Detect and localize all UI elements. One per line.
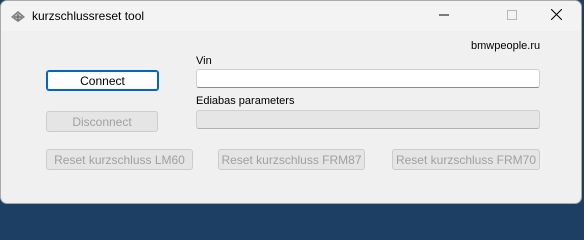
app-icon <box>9 8 27 24</box>
reset-frm87-button[interactable]: Reset kurzschluss FRM87 <box>218 149 365 170</box>
minimize-icon <box>439 9 449 23</box>
connect-button[interactable]: Connect <box>46 70 159 91</box>
site-link[interactable]: bmwpeople.ru <box>471 40 540 52</box>
app-window: kurzschlussreset tool bmwpeople.ru Vin E… <box>0 0 582 204</box>
close-button[interactable] <box>533 1 579 31</box>
close-icon <box>550 8 562 23</box>
reset-lm60-button[interactable]: Reset kurzschluss LM60 <box>46 149 193 170</box>
title-bar[interactable]: kurzschlussreset tool <box>1 1 581 31</box>
maximize-icon <box>507 9 517 23</box>
ediabas-field[interactable] <box>196 110 540 129</box>
maximize-button[interactable] <box>489 1 535 31</box>
window-title: kurzschlussreset tool <box>32 9 145 23</box>
vin-label: Vin <box>196 55 212 67</box>
disconnect-button[interactable]: Disconnect <box>46 111 158 132</box>
vin-field[interactable] <box>196 69 540 88</box>
reset-frm70-button[interactable]: Reset kurzschluss FRM70 <box>392 149 540 170</box>
minimize-button[interactable] <box>421 1 467 31</box>
ediabas-label: Ediabas parameters <box>196 95 295 107</box>
